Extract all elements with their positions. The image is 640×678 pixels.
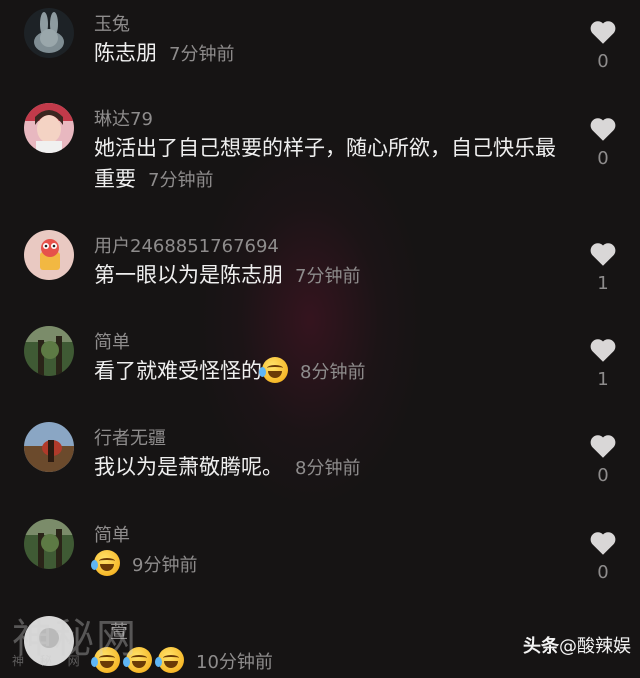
brand-handle: @酸辣娱 bbox=[559, 636, 631, 657]
comment-time: 8分钟前 bbox=[295, 458, 361, 479]
like-button[interactable]: 0 bbox=[585, 432, 621, 486]
username[interactable]: 玉兔 bbox=[94, 10, 130, 36]
comment-body: 看了就难受怪怪的 8分钟前 bbox=[94, 356, 564, 388]
heart-icon[interactable] bbox=[588, 115, 618, 142]
brand-prefix: 头条 bbox=[523, 636, 559, 657]
comment-body: 她活出了自己想要的样子，随心所欲，自己快乐最重要 7分钟前 bbox=[94, 133, 564, 196]
like-count: 0 bbox=[597, 562, 609, 583]
crying-laughing-emoji bbox=[259, 357, 288, 383]
avatar[interactable] bbox=[24, 326, 74, 376]
like-button[interactable]: 0 bbox=[585, 115, 621, 169]
heart-icon[interactable] bbox=[588, 336, 618, 363]
avatar[interactable] bbox=[24, 519, 74, 569]
crying-laughing-emoji bbox=[155, 647, 184, 673]
avatar[interactable] bbox=[24, 103, 74, 153]
avatar[interactable] bbox=[24, 8, 74, 58]
comment-time: 7分钟前 bbox=[169, 44, 235, 65]
comment-time: 7分钟前 bbox=[295, 266, 361, 287]
heart-icon[interactable] bbox=[588, 432, 618, 459]
watermark-sub: 神 秘 网 bbox=[12, 654, 86, 668]
comment-body: 10分钟前 bbox=[91, 646, 564, 678]
username[interactable]: 行者无疆 bbox=[94, 424, 166, 450]
like-button[interactable]: 1 bbox=[585, 336, 621, 390]
avatar[interactable] bbox=[24, 230, 74, 280]
like-button[interactable]: 0 bbox=[585, 18, 621, 72]
username[interactable]: 简单 bbox=[94, 328, 130, 354]
comment-body: 我以为是萧敬腾呢。 8分钟前 bbox=[94, 452, 564, 484]
comment-time: 7分钟前 bbox=[148, 170, 214, 191]
avatar[interactable] bbox=[24, 422, 74, 472]
comment-text: 看了就难受怪怪的 bbox=[94, 359, 262, 383]
username[interactable]: 简单 bbox=[94, 521, 130, 547]
like-count: 1 bbox=[597, 273, 609, 294]
heart-icon[interactable] bbox=[588, 529, 618, 556]
comment-time: 9分钟前 bbox=[132, 555, 198, 576]
heart-icon[interactable] bbox=[588, 240, 618, 267]
like-button[interactable]: 0 bbox=[585, 529, 621, 583]
comment-body: 第一眼以为是陈志朋 7分钟前 bbox=[94, 260, 564, 292]
like-count: 0 bbox=[597, 51, 609, 72]
comment-time: 8分钟前 bbox=[300, 362, 366, 383]
username[interactable]: 用户2468851767694 bbox=[94, 232, 279, 258]
like-count: 0 bbox=[597, 148, 609, 169]
comment-text: 第一眼以为是陈志朋 bbox=[94, 263, 283, 287]
like-count: 0 bbox=[597, 465, 609, 486]
comment-text: 陈志朋 bbox=[94, 41, 157, 65]
heart-icon[interactable] bbox=[588, 18, 618, 45]
crying-laughing-emoji bbox=[91, 550, 120, 576]
like-count: 1 bbox=[597, 369, 609, 390]
brand-signature: 头条@酸辣娱 bbox=[523, 632, 631, 658]
username[interactable]: 琳达79 bbox=[94, 105, 153, 131]
like-button[interactable]: 1 bbox=[585, 240, 621, 294]
comment-body: 陈志朋 7分钟前 bbox=[94, 38, 564, 70]
comment-text: 我以为是萧敬腾呢。 bbox=[94, 455, 283, 479]
comment-body: 9分钟前 bbox=[91, 549, 564, 581]
